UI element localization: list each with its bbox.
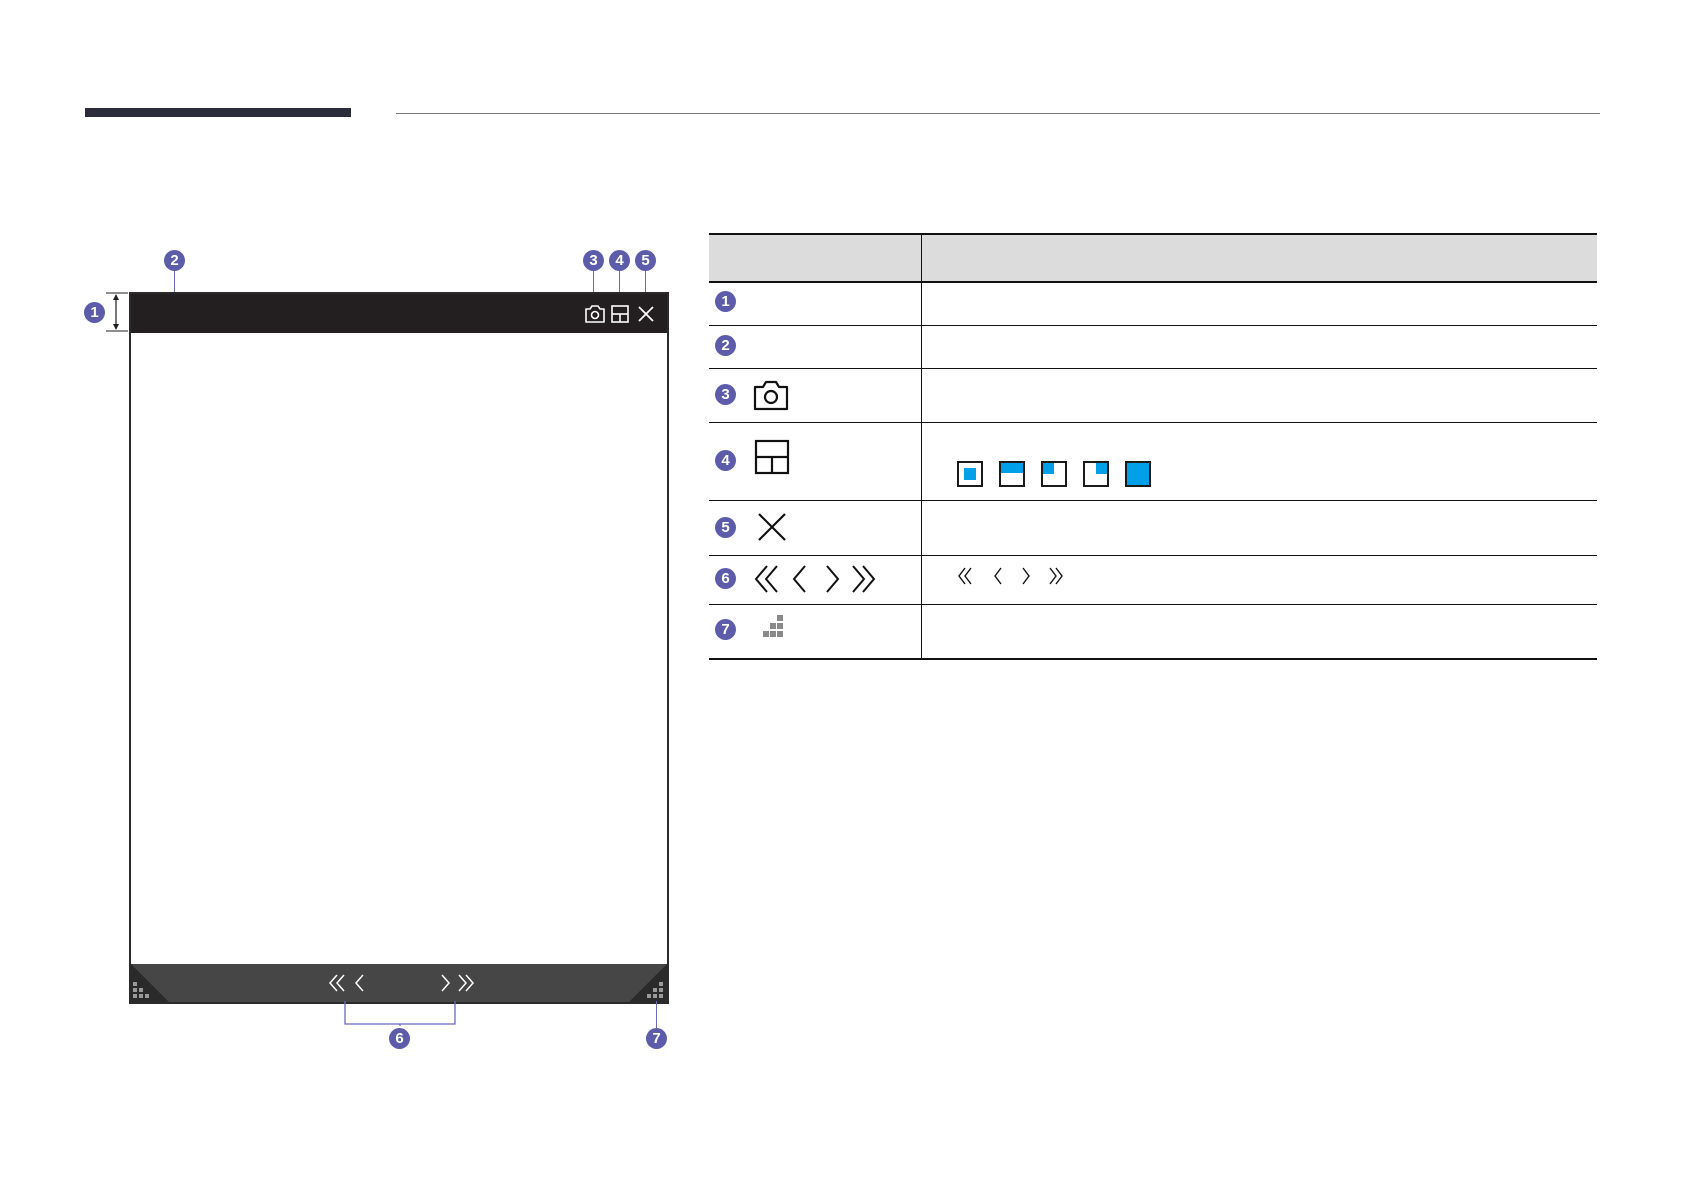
layout-option-top-left-quarter — [1041, 461, 1067, 487]
viewer-window — [129, 292, 669, 1004]
layout-options — [957, 461, 1157, 489]
row-5-number: 5 — [715, 517, 736, 538]
callout-7: 7 — [646, 1028, 667, 1049]
section-header-rule — [396, 113, 1600, 114]
section-header-bar — [85, 108, 351, 117]
layout-option-top-half — [999, 461, 1025, 487]
camera-icon[interactable] — [583, 302, 607, 326]
column-divider — [921, 235, 922, 659]
callout-3: 3 — [583, 250, 604, 271]
inline-navigation-icons — [958, 567, 1063, 585]
navigation-bar — [131, 964, 667, 1002]
callout-6-bracket — [344, 1001, 456, 1026]
row-divider — [709, 325, 1597, 326]
callout-4-leader — [619, 271, 620, 293]
title-bar[interactable] — [131, 294, 667, 333]
titlebar-height-indicator — [106, 292, 128, 332]
double-left-icon[interactable] — [327, 971, 349, 995]
row-2-number: 2 — [715, 335, 736, 356]
row-divider — [709, 500, 1597, 501]
callout-2: 2 — [164, 250, 185, 271]
callout-3-leader — [593, 271, 594, 293]
row-6-number: 6 — [715, 568, 736, 589]
row-7-number: 7 — [715, 619, 736, 640]
row-1-number: 1 — [715, 291, 736, 312]
right-icon[interactable] — [434, 971, 456, 995]
left-icon[interactable] — [349, 971, 371, 995]
callout-4: 4 — [609, 250, 630, 271]
callout-7-leader — [656, 1001, 657, 1028]
camera-icon — [753, 380, 789, 411]
table-header — [709, 235, 1597, 283]
row-divider — [709, 368, 1597, 369]
layout-icon[interactable] — [608, 302, 632, 326]
page-navigation-icons — [754, 565, 876, 593]
layout-icon — [754, 439, 790, 475]
row-divider — [709, 422, 1597, 423]
resize-grip-left-icon[interactable] — [131, 964, 169, 1002]
resize-grip-icon[interactable] — [629, 964, 667, 1002]
callout-5: 5 — [635, 250, 656, 271]
layout-option-top-right-quarter — [1083, 461, 1109, 487]
layout-option-small-center — [957, 461, 983, 487]
double-right-icon[interactable] — [454, 971, 476, 995]
table-bottom-rule — [709, 658, 1597, 660]
close-icon — [758, 513, 786, 541]
layout-option-full — [1125, 461, 1151, 487]
callout-5-leader — [645, 271, 646, 293]
row-4-number: 4 — [715, 450, 736, 471]
resize-grip-icon — [763, 615, 783, 637]
row-3-number: 3 — [715, 384, 736, 405]
row-divider — [709, 604, 1597, 605]
callout-1: 1 — [84, 302, 105, 323]
close-icon[interactable] — [634, 302, 658, 326]
row-divider — [709, 555, 1597, 556]
callout-6: 6 — [389, 1028, 410, 1049]
